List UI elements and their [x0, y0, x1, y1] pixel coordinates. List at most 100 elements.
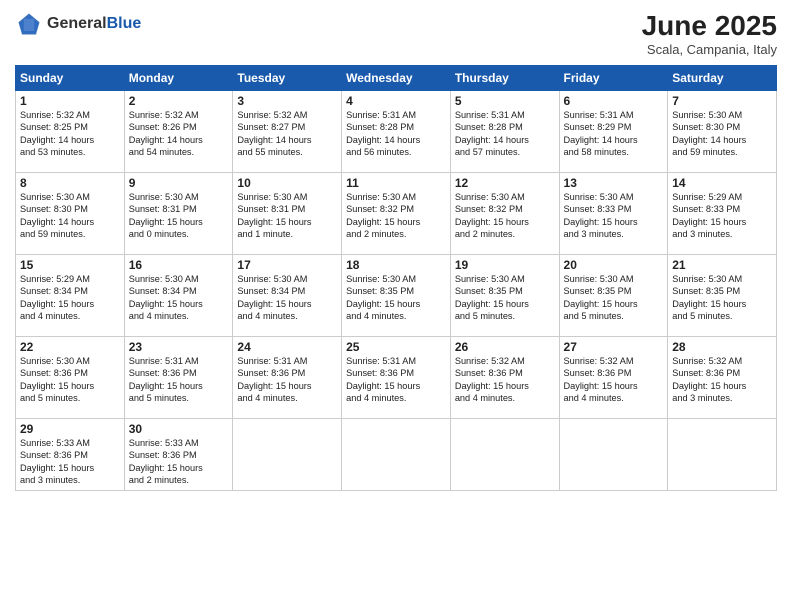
table-row: 1Sunrise: 5:32 AM Sunset: 8:25 PM Daylig… [16, 91, 125, 173]
col-friday: Friday [559, 66, 668, 91]
table-row: 12Sunrise: 5:30 AM Sunset: 8:32 PM Dayli… [450, 173, 559, 255]
logo-blue: Blue [107, 15, 142, 32]
table-row: 9Sunrise: 5:30 AM Sunset: 8:31 PM Daylig… [124, 173, 233, 255]
day-number: 2 [129, 94, 229, 108]
logo-icon [15, 10, 43, 38]
table-row: 30Sunrise: 5:33 AM Sunset: 8:36 PM Dayli… [124, 419, 233, 491]
col-sunday: Sunday [16, 66, 125, 91]
day-number: 18 [346, 258, 446, 272]
calendar-header-row: Sunday Monday Tuesday Wednesday Thursday… [16, 66, 777, 91]
day-number: 11 [346, 176, 446, 190]
calendar-week-row: 29Sunrise: 5:33 AM Sunset: 8:36 PM Dayli… [16, 419, 777, 491]
table-row: 7Sunrise: 5:30 AM Sunset: 8:30 PM Daylig… [668, 91, 777, 173]
table-row: 27Sunrise: 5:32 AM Sunset: 8:36 PM Dayli… [559, 337, 668, 419]
table-row: 17Sunrise: 5:30 AM Sunset: 8:34 PM Dayli… [233, 255, 342, 337]
table-row: 3Sunrise: 5:32 AM Sunset: 8:27 PM Daylig… [233, 91, 342, 173]
day-number: 24 [237, 340, 337, 354]
cell-info: Sunrise: 5:31 AM Sunset: 8:36 PM Dayligh… [129, 355, 229, 405]
cell-info: Sunrise: 5:31 AM Sunset: 8:36 PM Dayligh… [346, 355, 446, 405]
day-number: 29 [20, 422, 120, 436]
cell-info: Sunrise: 5:30 AM Sunset: 8:33 PM Dayligh… [564, 191, 664, 241]
cell-info: Sunrise: 5:32 AM Sunset: 8:36 PM Dayligh… [455, 355, 555, 405]
day-number: 10 [237, 176, 337, 190]
cell-info: Sunrise: 5:32 AM Sunset: 8:25 PM Dayligh… [20, 109, 120, 159]
logo-text: GeneralBlue [47, 15, 141, 33]
table-row [559, 419, 668, 491]
table-row: 4Sunrise: 5:31 AM Sunset: 8:28 PM Daylig… [342, 91, 451, 173]
cell-info: Sunrise: 5:31 AM Sunset: 8:29 PM Dayligh… [564, 109, 664, 159]
calendar-week-row: 15Sunrise: 5:29 AM Sunset: 8:34 PM Dayli… [16, 255, 777, 337]
col-tuesday: Tuesday [233, 66, 342, 91]
cell-info: Sunrise: 5:32 AM Sunset: 8:27 PM Dayligh… [237, 109, 337, 159]
col-saturday: Saturday [668, 66, 777, 91]
table-row: 11Sunrise: 5:30 AM Sunset: 8:32 PM Dayli… [342, 173, 451, 255]
location: Scala, Campania, Italy [642, 42, 777, 57]
day-number: 7 [672, 94, 772, 108]
day-number: 28 [672, 340, 772, 354]
day-number: 4 [346, 94, 446, 108]
table-row: 16Sunrise: 5:30 AM Sunset: 8:34 PM Dayli… [124, 255, 233, 337]
table-row: 25Sunrise: 5:31 AM Sunset: 8:36 PM Dayli… [342, 337, 451, 419]
day-number: 14 [672, 176, 772, 190]
cell-info: Sunrise: 5:30 AM Sunset: 8:30 PM Dayligh… [20, 191, 120, 241]
cell-info: Sunrise: 5:32 AM Sunset: 8:36 PM Dayligh… [672, 355, 772, 405]
cell-info: Sunrise: 5:30 AM Sunset: 8:34 PM Dayligh… [129, 273, 229, 323]
cell-info: Sunrise: 5:29 AM Sunset: 8:33 PM Dayligh… [672, 191, 772, 241]
day-number: 17 [237, 258, 337, 272]
day-number: 25 [346, 340, 446, 354]
cell-info: Sunrise: 5:30 AM Sunset: 8:34 PM Dayligh… [237, 273, 337, 323]
day-number: 21 [672, 258, 772, 272]
table-row: 20Sunrise: 5:30 AM Sunset: 8:35 PM Dayli… [559, 255, 668, 337]
cell-info: Sunrise: 5:30 AM Sunset: 8:30 PM Dayligh… [672, 109, 772, 159]
table-row: 10Sunrise: 5:30 AM Sunset: 8:31 PM Dayli… [233, 173, 342, 255]
cell-info: Sunrise: 5:33 AM Sunset: 8:36 PM Dayligh… [20, 437, 120, 487]
day-number: 6 [564, 94, 664, 108]
day-number: 9 [129, 176, 229, 190]
table-row: 21Sunrise: 5:30 AM Sunset: 8:35 PM Dayli… [668, 255, 777, 337]
cell-info: Sunrise: 5:32 AM Sunset: 8:26 PM Dayligh… [129, 109, 229, 159]
cell-info: Sunrise: 5:31 AM Sunset: 8:28 PM Dayligh… [455, 109, 555, 159]
day-number: 3 [237, 94, 337, 108]
day-number: 19 [455, 258, 555, 272]
day-number: 27 [564, 340, 664, 354]
table-row: 22Sunrise: 5:30 AM Sunset: 8:36 PM Dayli… [16, 337, 125, 419]
table-row: 6Sunrise: 5:31 AM Sunset: 8:29 PM Daylig… [559, 91, 668, 173]
table-row: 29Sunrise: 5:33 AM Sunset: 8:36 PM Dayli… [16, 419, 125, 491]
table-row: 8Sunrise: 5:30 AM Sunset: 8:30 PM Daylig… [16, 173, 125, 255]
page: GeneralBlue June 2025 Scala, Campania, I… [0, 0, 792, 612]
day-number: 8 [20, 176, 120, 190]
table-row: 26Sunrise: 5:32 AM Sunset: 8:36 PM Dayli… [450, 337, 559, 419]
logo-general: General [47, 15, 107, 32]
day-number: 15 [20, 258, 120, 272]
table-row: 18Sunrise: 5:30 AM Sunset: 8:35 PM Dayli… [342, 255, 451, 337]
table-row: 5Sunrise: 5:31 AM Sunset: 8:28 PM Daylig… [450, 91, 559, 173]
title-block: June 2025 Scala, Campania, Italy [642, 10, 777, 57]
table-row: 15Sunrise: 5:29 AM Sunset: 8:34 PM Dayli… [16, 255, 125, 337]
cell-info: Sunrise: 5:30 AM Sunset: 8:32 PM Dayligh… [346, 191, 446, 241]
header: GeneralBlue June 2025 Scala, Campania, I… [15, 10, 777, 57]
day-number: 20 [564, 258, 664, 272]
cell-info: Sunrise: 5:30 AM Sunset: 8:35 PM Dayligh… [672, 273, 772, 323]
cell-info: Sunrise: 5:32 AM Sunset: 8:36 PM Dayligh… [564, 355, 664, 405]
table-row: 24Sunrise: 5:31 AM Sunset: 8:36 PM Dayli… [233, 337, 342, 419]
day-number: 30 [129, 422, 229, 436]
day-number: 13 [564, 176, 664, 190]
table-row: 28Sunrise: 5:32 AM Sunset: 8:36 PM Dayli… [668, 337, 777, 419]
col-wednesday: Wednesday [342, 66, 451, 91]
cell-info: Sunrise: 5:30 AM Sunset: 8:31 PM Dayligh… [237, 191, 337, 241]
calendar-week-row: 1Sunrise: 5:32 AM Sunset: 8:25 PM Daylig… [16, 91, 777, 173]
table-row: 23Sunrise: 5:31 AM Sunset: 8:36 PM Dayli… [124, 337, 233, 419]
cell-info: Sunrise: 5:33 AM Sunset: 8:36 PM Dayligh… [129, 437, 229, 487]
cell-info: Sunrise: 5:30 AM Sunset: 8:31 PM Dayligh… [129, 191, 229, 241]
cell-info: Sunrise: 5:30 AM Sunset: 8:32 PM Dayligh… [455, 191, 555, 241]
calendar-week-row: 22Sunrise: 5:30 AM Sunset: 8:36 PM Dayli… [16, 337, 777, 419]
table-row [342, 419, 451, 491]
day-number: 12 [455, 176, 555, 190]
table-row: 2Sunrise: 5:32 AM Sunset: 8:26 PM Daylig… [124, 91, 233, 173]
table-row [668, 419, 777, 491]
day-number: 22 [20, 340, 120, 354]
calendar-week-row: 8Sunrise: 5:30 AM Sunset: 8:30 PM Daylig… [16, 173, 777, 255]
cell-info: Sunrise: 5:31 AM Sunset: 8:36 PM Dayligh… [237, 355, 337, 405]
table-row: 14Sunrise: 5:29 AM Sunset: 8:33 PM Dayli… [668, 173, 777, 255]
cell-info: Sunrise: 5:30 AM Sunset: 8:35 PM Dayligh… [346, 273, 446, 323]
